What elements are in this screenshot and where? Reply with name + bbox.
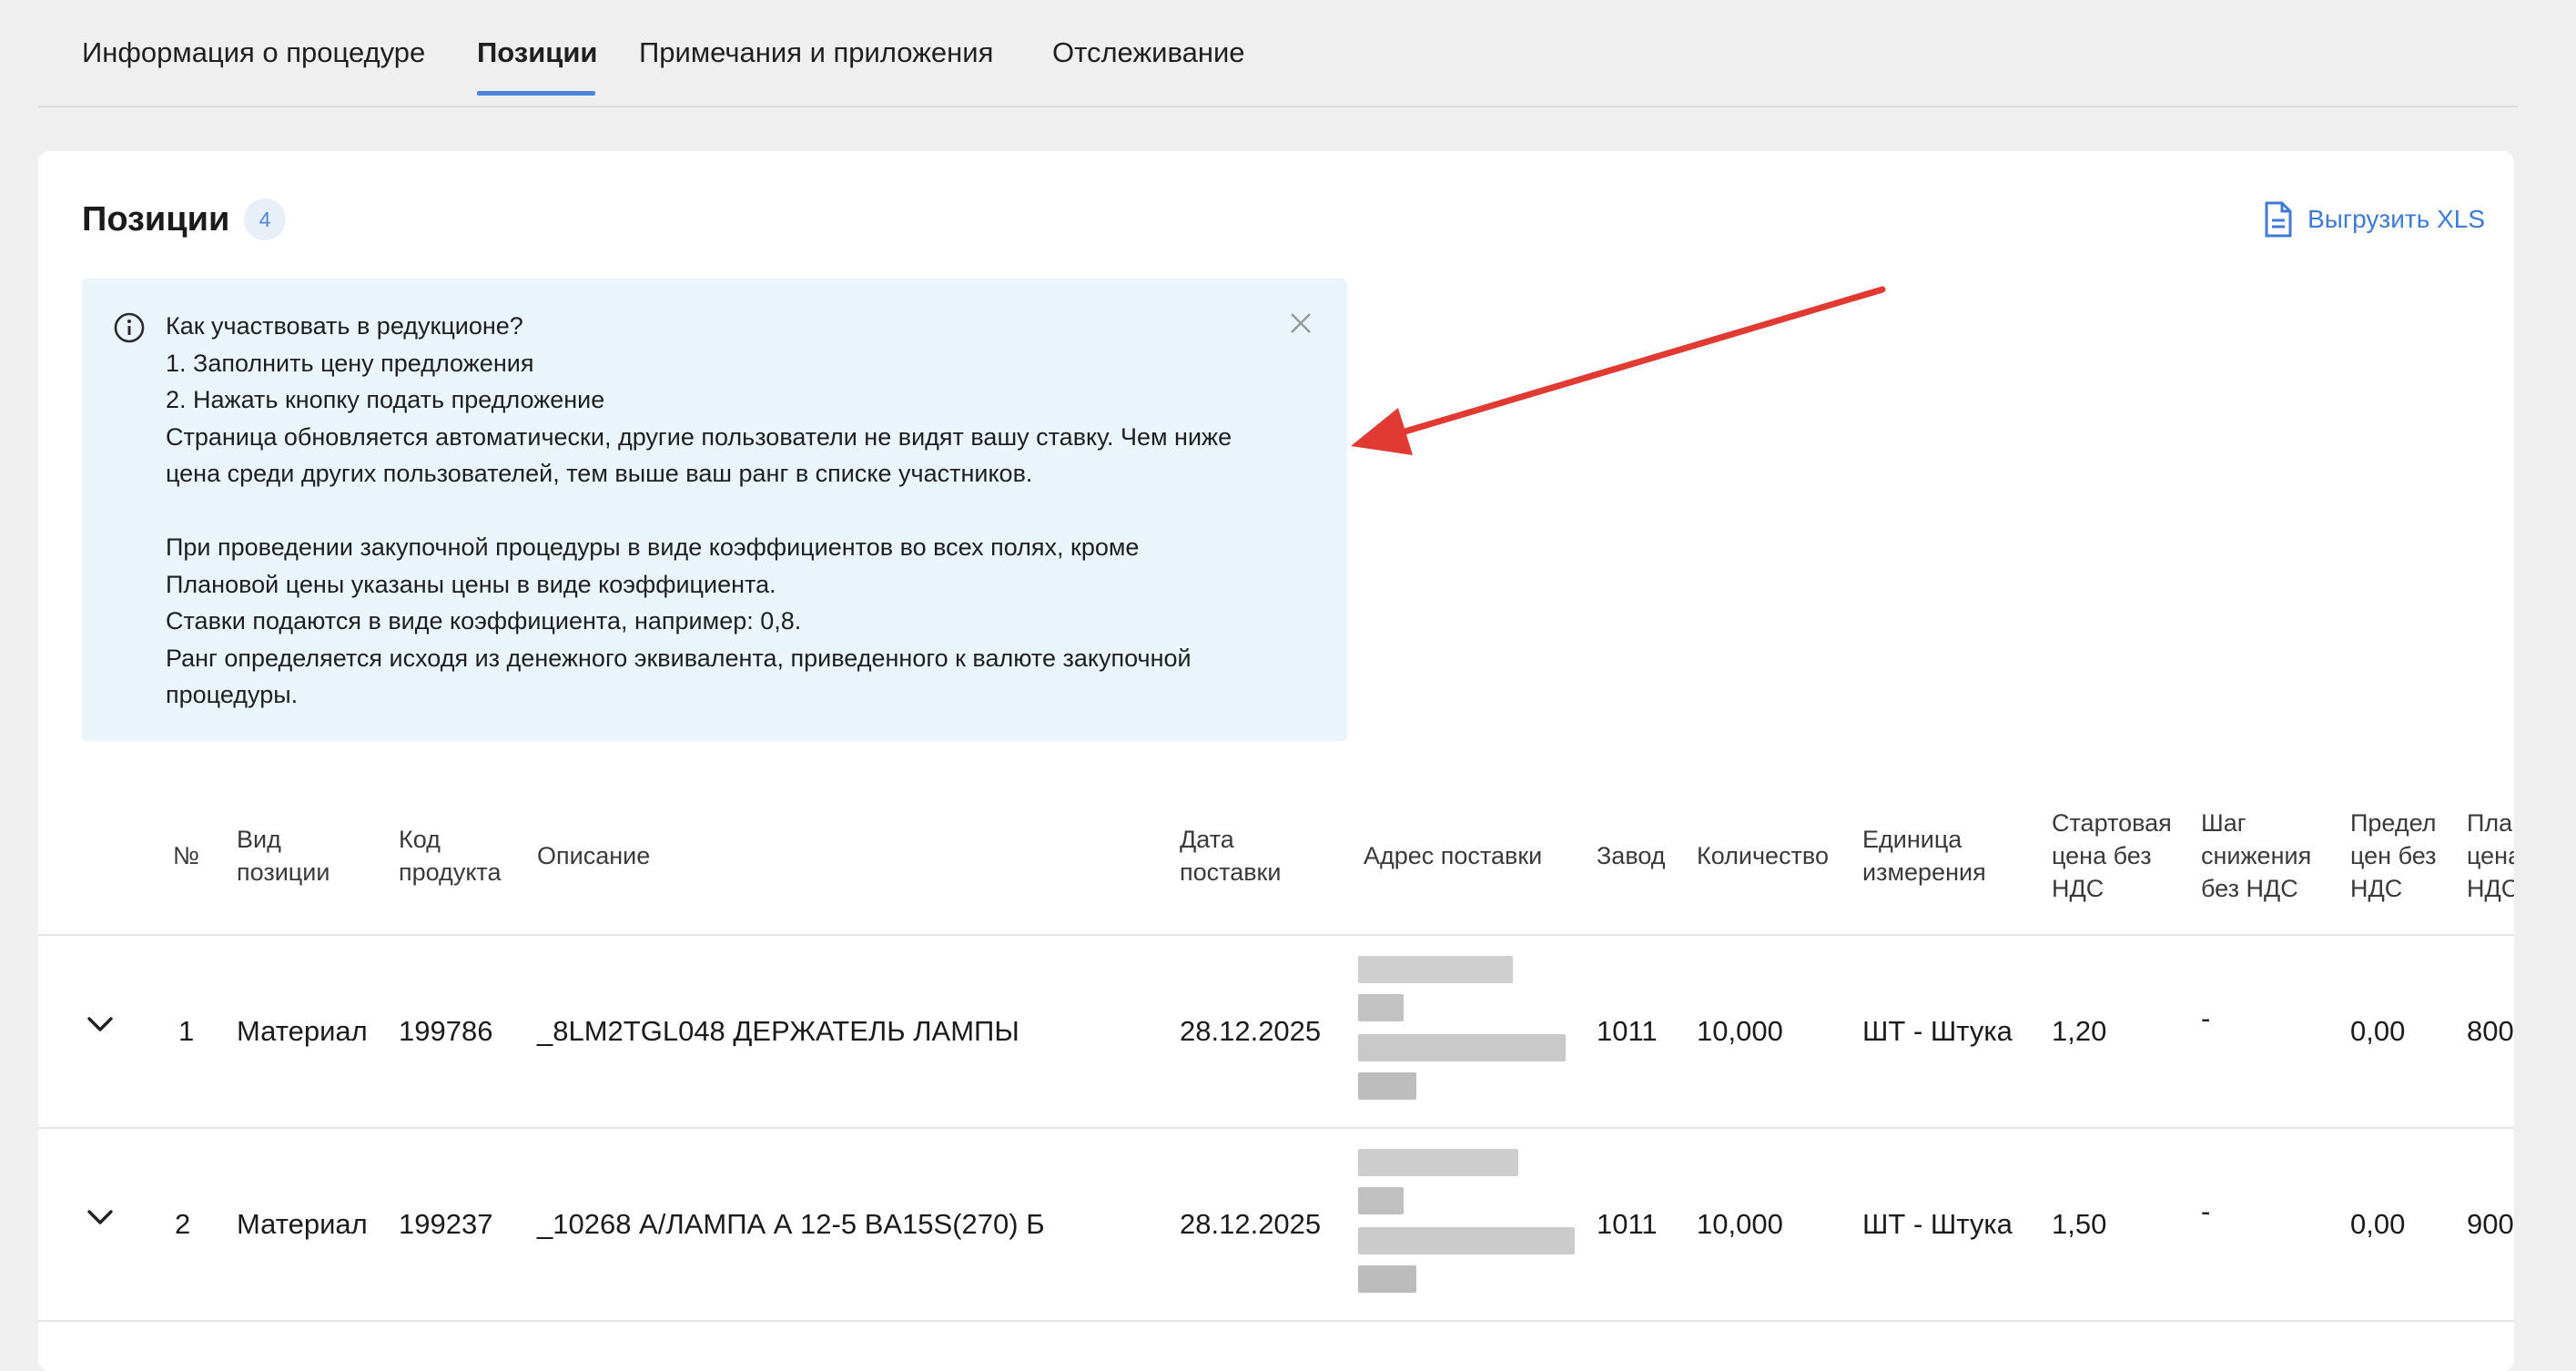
cell-num: 1	[178, 1015, 195, 1047]
table-row: 2 Материал 199237 _10268 А/ЛАМПА А 12-5 …	[38, 1129, 2514, 1322]
cell-limit: 0,00	[2350, 1015, 2406, 1047]
column-header-plant: Завод	[1597, 842, 1666, 869]
close-icon[interactable]	[1289, 311, 1313, 335]
info-line	[166, 493, 1294, 530]
cell-type: Материал	[237, 1015, 368, 1047]
cell-step: -	[2201, 1002, 2211, 1034]
column-header-delivery-date: Дата поставки	[1180, 826, 1282, 886]
column-header-type: Вид позиции	[237, 826, 330, 886]
document-icon	[2265, 201, 2292, 238]
cell-delivery-date: 28.12.2025	[1180, 1015, 1322, 1047]
export-xls-label: Выгрузить XLS	[2307, 205, 2485, 233]
column-header-code: Код продукта	[399, 826, 502, 886]
cell-plan-price: 900	[2467, 1208, 2514, 1240]
cell-plant: 1011	[1597, 1015, 1658, 1047]
column-header-quantity: Количество	[1697, 842, 1829, 869]
column-header-plan-price: Плановая цена без НДС	[2467, 777, 2514, 934]
cell-code: 199786	[399, 1015, 493, 1047]
cell-start-price: 1,20	[2052, 1015, 2107, 1047]
info-line: 2. Нажать кнопку подать предложение	[166, 386, 605, 413]
positions-card: Позиции 4 Выгрузить XLS Как участвовать …	[38, 151, 2514, 1371]
column-header-step: Шаг снижения без НДС	[2201, 809, 2312, 902]
info-line: процедуры.	[166, 681, 299, 708]
cell-delivery-date: 28.12.2025	[1180, 1208, 1322, 1240]
column-header-delivery-address: Адрес поставки	[1364, 842, 1543, 869]
cell-limit: 0,00	[2350, 1208, 2406, 1240]
info-notice: Как участвовать в редукционе? 1. Заполни…	[82, 279, 1347, 741]
tab-bar: Информация о процедуре Позиции Примечани…	[38, 0, 2518, 107]
cell-num: 2	[175, 1208, 191, 1240]
cell-quantity: 10,000	[1697, 1208, 1783, 1240]
tab-notes-attachments[interactable]: Примечания и приложения	[639, 36, 993, 69]
column-header-limit: Предел цен без НДС	[2350, 809, 2437, 902]
cell-quantity: 10,000	[1697, 1015, 1783, 1047]
column-header-description: Описание	[537, 842, 651, 869]
table-row: 1 Материал 199786 _8LM2TGL048 ДЕРЖАТЕЛЬ …	[38, 936, 2514, 1129]
info-circle-icon	[114, 312, 145, 343]
cell-description: _8LM2TGL048 ДЕРЖАТЕЛЬ ЛАМПЫ	[537, 1015, 1019, 1047]
export-xls-button[interactable]: Выгрузить XLS	[2264, 198, 2485, 240]
cell-type: Материал	[237, 1208, 368, 1240]
tab-tracking[interactable]: Отслеживание	[1052, 36, 1245, 69]
cell-code: 199237	[399, 1208, 493, 1240]
blurred-address	[1358, 950, 1586, 1114]
info-line: 1. Заполнить цену предложения	[166, 349, 534, 377]
tab-positions[interactable]: Позиции	[477, 36, 598, 96]
cell-plan-price: 800	[2467, 1015, 2514, 1047]
cell-unit: ШТ - Штука	[1862, 1015, 2013, 1047]
info-line: Плановой цены указаны цены в виде коэффи…	[166, 570, 776, 598]
info-line: Ранг определяется исходя из денежного эк…	[166, 644, 1192, 672]
info-line: цена среди других пользователей, тем выш…	[166, 460, 1033, 487]
tab-procedure-info[interactable]: Информация о процедуре	[82, 36, 425, 69]
info-line: Как участвовать в редукционе?	[166, 312, 523, 340]
active-tab-indicator	[477, 91, 595, 96]
chevron-down-icon[interactable]	[86, 1014, 115, 1034]
column-header-start-price: Стартовая цена без НДС	[2052, 809, 2172, 902]
chevron-down-icon[interactable]	[86, 1207, 115, 1227]
tab-positions-label: Позиции	[477, 36, 598, 68]
blurred-address	[1358, 1143, 1586, 1307]
cell-description: _10268 А/ЛАМПА А 12-5 BA15S(270) Б	[537, 1208, 1045, 1240]
info-notice-text: Как участвовать в редукционе? 1. Заполни…	[166, 308, 1294, 714]
column-header-plan-price-text: Плановая цена без НДС	[2467, 809, 2514, 902]
info-line: Страница обновляется автоматически, друг…	[166, 422, 1232, 451]
cell-unit: ШТ - Штука	[1862, 1208, 2013, 1240]
section-title: Позиции	[82, 200, 230, 239]
column-header-unit: Единица измерения	[1862, 826, 1986, 886]
table-header: № Вид позиции Код продукта Описание Дата…	[38, 777, 2514, 936]
info-line: Ставки подаются в виде коэффициента, нап…	[166, 607, 802, 635]
column-header-num: №	[173, 842, 199, 869]
info-line: При проведении закупочной процедуры в ви…	[166, 533, 1140, 561]
cell-start-price: 1,50	[2052, 1208, 2107, 1240]
cell-step: -	[2201, 1195, 2211, 1227]
cell-plant: 1011	[1597, 1208, 1658, 1240]
positions-count-badge: 4	[244, 198, 286, 240]
